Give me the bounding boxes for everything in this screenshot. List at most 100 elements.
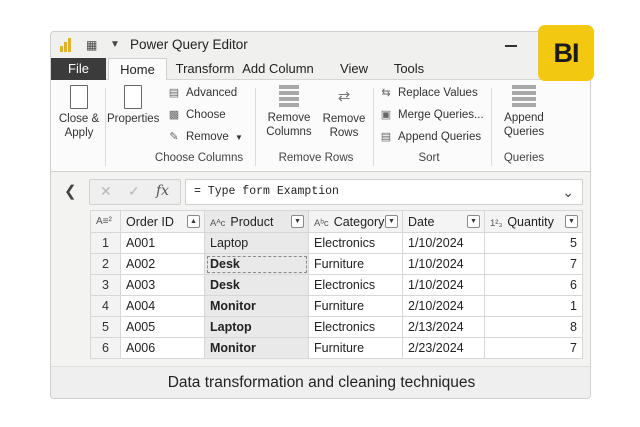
row-number[interactable]: 2	[90, 253, 121, 275]
table-icon[interactable]: ▦	[86, 38, 97, 52]
row-number[interactable]: 1	[90, 232, 121, 254]
merge-queries-button[interactable]: ▣ Merge Queries...	[379, 106, 484, 124]
cell-product[interactable]: Monitor	[204, 295, 309, 317]
quick-access-dropdown-icon[interactable]: ▼	[110, 39, 120, 50]
choose-columns-button[interactable]: ▩ Choose	[167, 106, 226, 124]
row-number[interactable]: 4	[90, 295, 121, 317]
cell-category[interactable]: Electronics	[308, 316, 403, 338]
row-number[interactable]: 3	[90, 274, 121, 296]
cell-quantity[interactable]: 8	[484, 316, 583, 338]
replace-values-icon: ⇆	[381, 87, 391, 99]
minimize-button[interactable]	[505, 45, 517, 47]
cell-category[interactable]: Furniture	[308, 253, 403, 275]
filter-dropdown-icon[interactable]: ▼	[291, 215, 304, 228]
column-header-category[interactable]: Aᵇc Category ▼	[308, 210, 403, 233]
cell-order-id[interactable]: A001	[120, 232, 205, 254]
table-row[interactable]: 5 A005 Laptop Electronics 2/13/2024 8	[90, 316, 583, 338]
cell-product[interactable]: Desk	[204, 274, 309, 296]
column-header-product[interactable]: Aᴬc Product ▼	[204, 210, 309, 233]
cell-quantity[interactable]: 5	[484, 232, 583, 254]
cell-quantity[interactable]: 7	[484, 253, 583, 275]
ribbon-divider	[491, 88, 492, 166]
cell-category[interactable]: Electronics	[308, 274, 403, 296]
caption-bar: Data transformation and cleaning techniq…	[51, 366, 590, 398]
cell-order-id[interactable]: A006	[120, 337, 205, 359]
cell-product[interactable]: Laptop	[204, 316, 309, 338]
group-label-queries: Queries	[503, 152, 545, 164]
confirm-icon[interactable]: ✓	[128, 183, 140, 200]
cell-product[interactable]: Monitor	[204, 337, 309, 359]
choose-label: Choose	[186, 109, 226, 121]
formula-input[interactable]: = Type form Examption ⌄	[185, 179, 583, 205]
cell-quantity[interactable]: 1	[484, 295, 583, 317]
filter-dropdown-icon[interactable]: ▼	[467, 215, 480, 228]
cell-date[interactable]: 2/23/2024	[402, 337, 485, 359]
replace-values-label: Replace Values	[398, 87, 478, 99]
remove-rows-button[interactable]: ⇄ Remove Rows	[319, 85, 369, 140]
tab-transform[interactable]: Transform	[173, 58, 237, 80]
properties-button[interactable]: Properties	[107, 85, 159, 126]
text-type-icon: Aᵇc	[314, 217, 329, 229]
formula-text: = Type form Examption	[194, 185, 339, 198]
cell-order-id[interactable]: A004	[120, 295, 205, 317]
cell-order-id[interactable]: A003	[120, 274, 205, 296]
column-header-order-id[interactable]: Order ID ▲	[120, 210, 205, 233]
tab-home[interactable]: Home	[108, 58, 167, 80]
table-row[interactable]: 6 A006 Monitor Furniture 2/23/2024 7	[90, 337, 583, 359]
cell-product[interactable]: Laptop	[204, 232, 309, 254]
table-row[interactable]: 1 A001 Laptop Electronics 1/10/2024 5	[90, 232, 583, 254]
cell-product[interactable]: Desk	[204, 253, 309, 275]
tab-view[interactable]: View	[334, 58, 374, 80]
append-queries-button[interactable]: Append Queries	[497, 85, 551, 139]
collapse-queries-icon[interactable]: ❮	[64, 182, 77, 200]
cell-category[interactable]: Furniture	[308, 337, 403, 359]
cancel-icon[interactable]: ✕	[100, 183, 112, 200]
cell-quantity[interactable]: 7	[484, 337, 583, 359]
advanced-editor-button[interactable]: ▤ Advanced	[167, 84, 237, 102]
append-queries-icon	[512, 85, 536, 107]
chevron-down-icon[interactable]: ⌄	[562, 180, 574, 204]
table-row[interactable]: 3 A003 Desk Electronics 1/10/2024 6	[90, 274, 583, 296]
cell-quantity[interactable]: 6	[484, 274, 583, 296]
column-header-label: Order ID	[126, 214, 174, 229]
tab-add-column[interactable]: Add Column	[239, 58, 317, 80]
cell-date[interactable]: 1/10/2024	[402, 253, 485, 275]
table-row[interactable]: 2 A002 Desk Furniture 1/10/2024 7	[90, 253, 583, 275]
remove-icon: ✎	[169, 131, 179, 143]
cell-date[interactable]: 1/10/2024	[402, 274, 485, 296]
cell-date[interactable]: 1/10/2024	[402, 232, 485, 254]
cell-date[interactable]: 2/10/2024	[402, 295, 485, 317]
ribbon-tabs: File Home Transform Add Column View Tool…	[51, 58, 590, 80]
cell-order-id[interactable]: A002	[120, 253, 205, 275]
column-header-date[interactable]: Date ▼	[402, 210, 485, 233]
tab-file[interactable]: File	[51, 58, 106, 80]
tab-tools[interactable]: Tools	[387, 58, 431, 80]
filter-dropdown-icon[interactable]: ▼	[565, 215, 578, 228]
column-header-quantity[interactable]: 1²₃ Quantity ▼	[484, 210, 583, 233]
sort-filter-icon[interactable]: ▲	[187, 215, 200, 228]
cell-category[interactable]: Electronics	[308, 232, 403, 254]
group-label-remove-rows: Remove Rows	[278, 152, 354, 164]
row-number[interactable]: 6	[90, 337, 121, 359]
ribbon-divider	[373, 88, 374, 166]
group-label-sort: Sort	[418, 152, 440, 164]
table-row[interactable]: 4 A004 Monitor Furniture 2/10/2024 1	[90, 295, 583, 317]
filter-dropdown-icon[interactable]: ▼	[385, 215, 398, 228]
row-number[interactable]: 5	[90, 316, 121, 338]
append-queries-small-icon: ▤	[380, 131, 392, 143]
cell-order-id[interactable]: A005	[120, 316, 205, 338]
properties-label: Properties	[107, 113, 160, 125]
table-menu-button[interactable]: A≡²	[90, 210, 121, 233]
cell-category[interactable]: Furniture	[308, 295, 403, 317]
fx-icon[interactable]: fx	[156, 183, 169, 199]
replace-values-button[interactable]: ⇆ Replace Values	[379, 84, 478, 102]
remove-label: Remove	[186, 131, 229, 143]
column-header-label: Category	[333, 214, 385, 229]
remove-columns-button[interactable]: Remove Columns	[261, 85, 317, 139]
remove-columns-dropdown[interactable]: ✎ Remove ▼	[167, 128, 243, 146]
remove-columns-label: Remove Columns	[266, 112, 312, 138]
merge-queries-label: Merge Queries...	[398, 109, 484, 121]
cell-date[interactable]: 2/13/2024	[402, 316, 485, 338]
close-apply-button[interactable]: Close & Apply	[55, 85, 103, 140]
append-queries-small-button[interactable]: ▤ Append Queries	[379, 128, 481, 146]
